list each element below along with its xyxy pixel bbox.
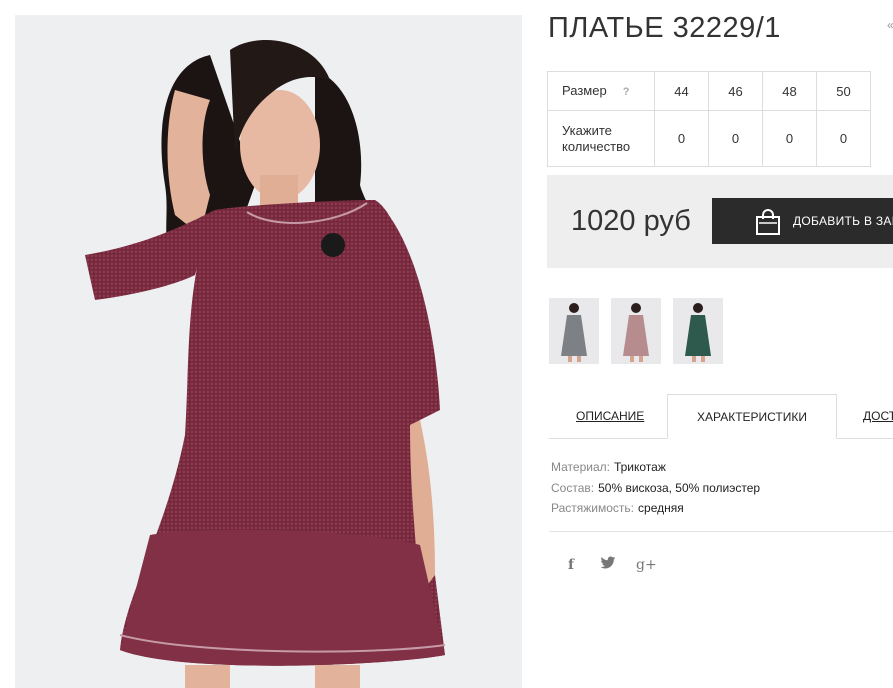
tab-characteristics[interactable]: ХАРАКТЕРИСТИКИ [667, 394, 837, 439]
twitter-icon[interactable] [598, 556, 618, 573]
spec-row: Материал: Трикотаж [551, 457, 760, 478]
size-quantity-table: Размер? 44 46 48 50 Укажите количество 0… [547, 71, 871, 167]
size-44: 44 [654, 71, 709, 111]
shopping-bag-icon [756, 209, 780, 235]
divider [549, 531, 893, 532]
size-48: 48 [762, 71, 817, 111]
thumbnail-pink[interactable] [611, 298, 661, 364]
add-to-cart-button[interactable]: ДОБАВИТЬ В ЗАКАЗ [712, 198, 893, 244]
spec-row: Растяжимость: средняя [551, 498, 760, 519]
quantity-input-44[interactable]: 0 [654, 110, 709, 167]
thumbnail-green-image [685, 303, 711, 362]
size-46: 46 [708, 71, 763, 111]
price: 1020 руб [571, 205, 691, 237]
spec-key: Растяжимость: [551, 501, 635, 515]
google-plus-icon[interactable]: g+ [636, 557, 657, 573]
quantity-input-48[interactable]: 0 [762, 110, 817, 167]
quantity-label: Укажите количество [547, 110, 655, 167]
add-to-cart-label: ДОБАВИТЬ В ЗАКАЗ [793, 214, 893, 228]
spec-value: средняя [638, 501, 684, 515]
help-icon[interactable]: ? [623, 84, 630, 100]
title-extra-mark: « [887, 18, 893, 32]
size-row: Размер? 44 46 48 50 [547, 71, 871, 111]
tab-description[interactable]: ОПИСАНИЕ [576, 394, 644, 439]
tab-delivery[interactable]: ДОСТАВКА [863, 394, 893, 439]
dress-photo-illustration [85, 40, 446, 688]
thumbnail-grey[interactable] [549, 298, 599, 364]
product-tabs: ОПИСАНИЕ ХАРАКТЕРИСТИКИ ДОСТАВКА [549, 394, 893, 439]
spec-value: 50% вискоза, 50% полиэстер [598, 480, 761, 495]
spec-key: Материал: [551, 460, 610, 474]
spec-row: Состав: 50% вискоза, 50% полиэстер [551, 478, 760, 499]
size-label: Размер [562, 82, 607, 98]
price-panel: 1020 руб ДОБАВИТЬ В ЗАКАЗ [547, 175, 893, 268]
facebook-icon[interactable]: f [561, 557, 581, 573]
product-main-image[interactable] [15, 15, 522, 688]
quantity-input-46[interactable]: 0 [708, 110, 763, 167]
thumbnail-pink-image [623, 303, 649, 362]
thumbnail-green[interactable] [673, 298, 723, 364]
quantity-row: Укажите количество 0 0 0 0 [547, 110, 871, 167]
thumbnail-grey-image [561, 303, 587, 362]
size-label-cell: Размер? [547, 71, 655, 111]
quantity-input-50[interactable]: 0 [816, 110, 871, 167]
spec-key: Состав: [551, 480, 595, 495]
product-title: ПЛАТЬЕ 32229/1 [548, 12, 781, 44]
size-50: 50 [816, 71, 871, 111]
spec-value: Трикотаж [613, 460, 666, 474]
product-specs: Материал: Трикотаж Состав: 50% вискоза, 50… [551, 457, 760, 519]
